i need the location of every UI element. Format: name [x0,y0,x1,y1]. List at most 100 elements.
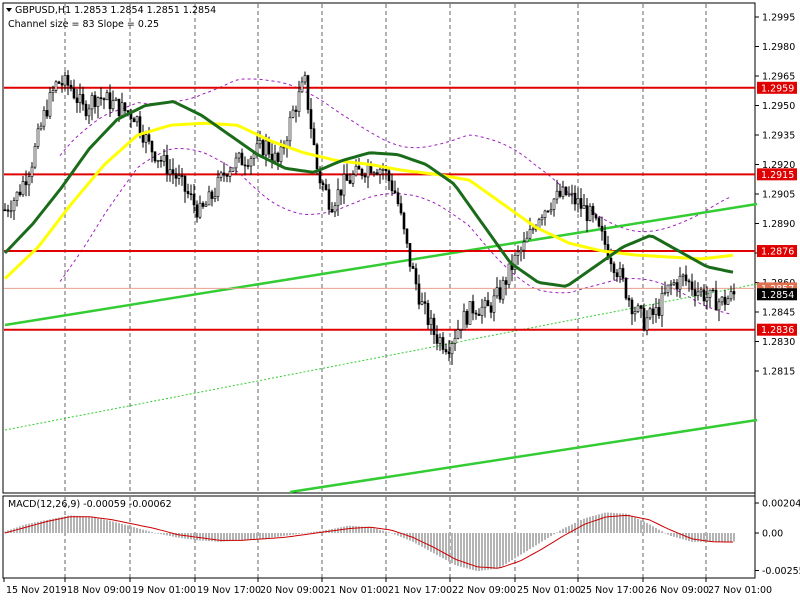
macd-bar [676,533,678,538]
candle-body [24,181,28,186]
macd-bar [670,533,672,537]
candle-body [681,274,685,277]
macd-bar [247,533,249,540]
candle-body [714,289,718,311]
macd-bar [115,522,117,533]
candle-body [666,284,670,293]
macd-bar [352,525,354,533]
macd-bar [121,523,123,533]
macd-bar [433,533,435,554]
candle-body [543,210,547,218]
macd-bar [166,533,168,536]
price-label: 1.2965 [762,72,795,83]
candle-body [33,146,37,168]
macd-bar [541,533,543,542]
candle-body [657,307,661,316]
macd-bar [691,533,693,542]
candle-body [276,152,280,162]
macd-bar [136,527,138,533]
macd-bar [118,523,120,533]
macd-bar [385,531,387,533]
candle-body [300,81,304,93]
candle-body [381,168,385,171]
candle-body [66,75,70,86]
candle-body [360,168,364,176]
candle-body [678,275,682,290]
macd-label: MACD(12,26,9) -0.00059 -0.00062 [8,499,172,510]
candle-body [456,329,460,339]
time-label: 19 Nov 01:00 [132,585,196,596]
macd-bar [709,533,711,542]
candle-body [84,103,88,117]
candle-body [57,81,61,84]
candle-body [414,268,418,285]
candle-body [435,334,439,344]
macd-bar [262,533,264,539]
macd-bar [631,515,633,533]
candle-body [399,203,403,214]
candle-body [540,217,544,221]
candle-body [672,282,676,285]
candle-body [471,301,475,314]
candle-body [339,189,343,196]
level-tag: 1.2876 [761,247,794,258]
macd-bar [406,533,408,540]
candle-body [591,206,595,216]
macd-bar [610,512,612,533]
time-label: 21 Nov 17:00 [388,585,452,596]
candle-body [288,116,292,142]
time-label: 21 Nov 01:00 [324,585,388,596]
candle-body [117,98,121,116]
level-tag: 1.2836 [761,325,794,336]
price-panel[interactable] [2,2,756,494]
candle-body [261,140,265,156]
macd-bar [367,526,369,533]
macd-bar [235,533,237,541]
macd-bar [649,524,651,533]
candle-body [87,108,91,117]
candle-body [699,289,703,293]
candle-body [306,75,310,110]
macd-bar [58,517,60,533]
macd-bar [148,531,150,533]
macd-bar [667,533,669,535]
candle-body [495,287,499,297]
candle-body [6,209,10,212]
candle-body [447,351,451,355]
candle-body [582,205,586,209]
candle-body [3,209,7,212]
macd-bar [427,533,429,551]
candle-body [504,280,508,285]
macd-bar [67,515,69,533]
candle-body [249,158,253,167]
candle-body [291,109,295,118]
candle-body [528,229,532,239]
candle-body [660,293,664,316]
candle-body [402,212,406,230]
macd-bar [712,533,714,542]
candle-body [162,154,166,162]
candle-body [519,249,523,253]
candle-body [474,312,478,315]
macd-bar [88,516,90,533]
trading-chart[interactable]: GBPUSD,H1 1.2853 1.2854 1.2851 1.2854 Ch… [0,0,800,600]
candle-body [39,125,43,130]
macd-bar [661,531,663,533]
macd-bar [388,532,390,533]
macd-bar [445,533,447,560]
candle-body [174,173,178,179]
candle-body [396,192,400,204]
candle-body [693,289,697,296]
candle-body [441,337,445,350]
macd-bar [625,513,627,533]
candle-body [621,268,625,279]
macd-bar [646,523,648,533]
macd-bar [82,516,84,533]
candle-body [348,180,352,184]
macd-bar [100,518,102,533]
candle-body [444,349,448,353]
candle-body [12,200,16,212]
macd-bar [628,514,630,533]
macd-bar [283,533,285,536]
candle-body [327,189,331,210]
